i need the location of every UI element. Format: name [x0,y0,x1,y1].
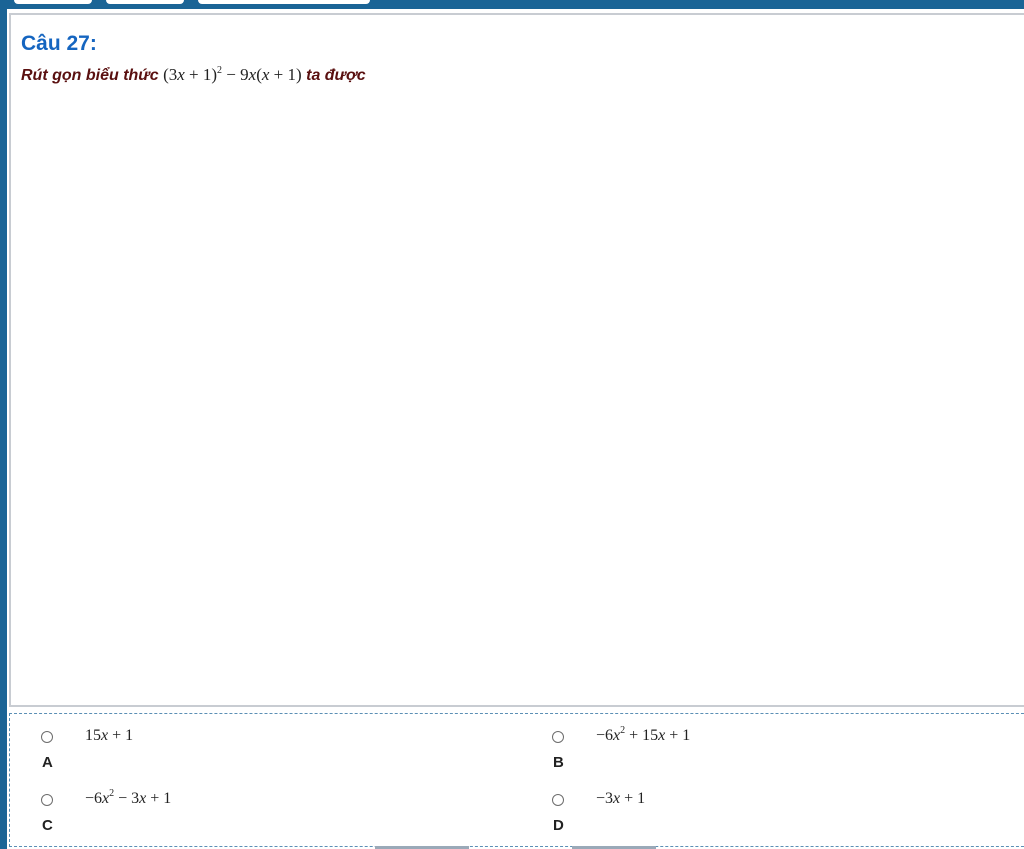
toolbar-tab[interactable] [106,0,184,4]
option-c[interactable]: −6x2 − 3x + 1 C [41,788,441,846]
option-b[interactable]: −6x2 + 15x + 1 B [552,725,952,783]
option-d[interactable]: −3x + 1 D [552,790,952,846]
radio-button-b[interactable] [552,731,564,743]
question-panel: Câu 27: Rút gọn biểu thức (3x + 1)2 − 9x… [9,13,1024,707]
radio-button-a[interactable] [41,731,53,743]
radio-button-d[interactable] [552,794,564,806]
option-c-math: −6x2 − 3x + 1 [85,788,172,808]
math-expression: (3x + 1)2 − 9x(x + 1) [163,65,302,84]
prompt-text-after: ta được [306,67,366,84]
option-a[interactable]: 15x + 1 A [41,727,441,783]
option-a-math: 15x + 1 [85,727,134,744]
window-edge [0,9,7,849]
option-letter-d: D [553,817,564,834]
question-title: Câu 27: [21,32,97,55]
option-d-math: −3x + 1 [596,790,646,807]
radio-button-c[interactable] [41,794,53,806]
toolbar-tab[interactable] [14,0,92,4]
question-prompt: Rút gọn biểu thức (3x + 1)2 − 9x(x + 1) … [21,65,366,85]
top-toolbar [0,0,1024,9]
option-letter-b: B [553,754,564,771]
toolbar-tab[interactable] [198,0,370,4]
option-letter-c: C [42,817,53,834]
answers-panel: 15x + 1 A −6x2 + 15x + 1 B −6x2 − 3x + 1… [9,713,1024,847]
prompt-text-before: Rút gọn biểu thức [21,67,159,84]
option-letter-a: A [42,754,53,771]
option-b-math: −6x2 + 15x + 1 [596,725,691,745]
